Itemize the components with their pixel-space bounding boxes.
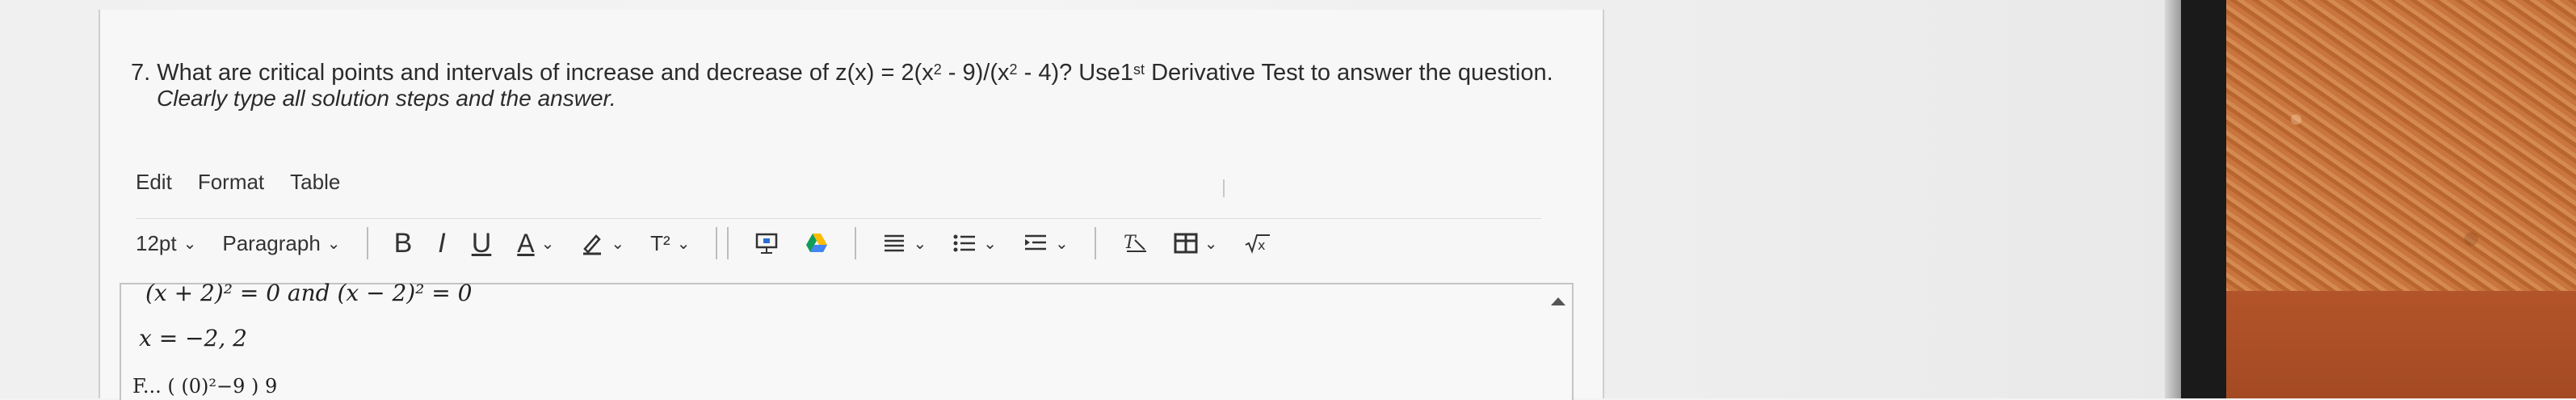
monitor-bezel-edge [2165, 0, 2181, 398]
ordinal-suffix: st [1133, 61, 1145, 78]
font-size-dropdown[interactable]: 12pt ⌄ [136, 231, 196, 256]
superscript-button[interactable]: T² ⌄ [650, 231, 690, 256]
italic-icon: I [438, 227, 446, 259]
question-instruction: Clearly type all solution steps and the … [157, 86, 616, 111]
google-drive-icon [805, 232, 829, 255]
bold-button[interactable]: B [394, 228, 413, 259]
superscript-icon: T² [650, 230, 670, 255]
chevron-down-icon: ⌄ [676, 234, 691, 253]
google-drive-button[interactable] [805, 232, 829, 255]
chevron-down-icon: ⌄ [913, 234, 927, 253]
rich-text-editor[interactable]: (x + 2)² = 0 and (x − 2)² = 0 x = −2, 2 … [120, 280, 1574, 400]
question-part: Derivative Test to answer the question. [1145, 60, 1553, 86]
exponent: 2 [933, 61, 942, 78]
highlighter-icon [580, 231, 604, 255]
math-line: F... ( (0)²−9 ) 9 [132, 375, 278, 398]
chevron-down-icon: ⌄ [611, 234, 625, 253]
chevron-down-icon: ⌄ [1054, 234, 1069, 253]
question-number: 7. [131, 60, 151, 86]
menu-edit[interactable]: Edit [136, 170, 172, 195]
clear-formatting-button[interactable]: T [1122, 232, 1148, 255]
align-justify-icon [882, 233, 906, 254]
question-part: What are critical points and intervals o… [157, 60, 934, 86]
question-text: 7. What are critical points and interval… [131, 57, 1569, 89]
text-color-button[interactable]: A ⌄ [517, 229, 554, 259]
text-color-icon: A [517, 228, 535, 258]
toolbar-separator [727, 227, 729, 259]
mouse-cursor [1223, 179, 1225, 197]
table-icon [1174, 232, 1198, 255]
chevron-down-icon: ⌄ [1204, 234, 1218, 253]
svg-text:x: x [1258, 238, 1265, 253]
block-format-dropdown[interactable]: Paragraph ⌄ [222, 231, 340, 256]
underline-icon: U [471, 227, 492, 259]
bullet-list-dropdown[interactable]: ⌄ [952, 233, 997, 254]
background-wall-lower [2226, 291, 2576, 398]
font-size-value: 12pt [136, 230, 177, 255]
chevron-down-icon: ⌄ [326, 234, 341, 253]
question-part: - 4)? Use1 [1017, 60, 1133, 86]
clear-formatting-icon: T [1122, 232, 1148, 255]
toolbar-divider [136, 218, 1541, 219]
exponent: 2 [1009, 61, 1018, 78]
menu-format[interactable]: Format [198, 170, 264, 195]
chevron-down-icon: ⌄ [183, 234, 197, 253]
menu-table[interactable]: Table [290, 170, 340, 195]
toolbar-separator [1094, 227, 1096, 259]
monitor-bezel [2181, 0, 2226, 398]
highlight-color-button[interactable]: ⌄ [580, 231, 624, 255]
embed-media-icon [754, 231, 779, 255]
editor-toolbar: 12pt ⌄ Paragraph ⌄ B I U A ⌄ ⌄ T² ⌄ ⌄ ⌄ … [136, 223, 1297, 263]
bullet-list-icon [952, 233, 977, 254]
insert-media-button[interactable] [754, 231, 779, 255]
svg-text:T: T [1124, 233, 1137, 253]
equation-button[interactable]: x [1244, 232, 1271, 255]
indent-dropdown[interactable]: ⌄ [1023, 233, 1069, 254]
indent-icon [1023, 233, 1048, 254]
math-line: (x + 2)² = 0 and (x − 2)² = 0 [145, 280, 473, 306]
table-dropdown[interactable]: ⌄ [1174, 232, 1218, 255]
question-part: - 9)/(x [941, 60, 1010, 86]
toolbar-separator [855, 227, 857, 259]
block-format-value: Paragraph [222, 230, 321, 255]
scroll-up-arrow-icon[interactable] [1551, 297, 1565, 305]
square-root-icon: x [1244, 232, 1271, 255]
toolbar-separator [366, 227, 368, 259]
toolbar-separator [716, 227, 718, 259]
align-dropdown[interactable]: ⌄ [882, 233, 927, 254]
bold-icon: B [393, 227, 413, 259]
underline-button[interactable]: U [472, 228, 492, 259]
chevron-down-icon: ⌄ [540, 234, 555, 253]
chevron-down-icon: ⌄ [983, 234, 997, 253]
italic-button[interactable]: I [438, 228, 445, 259]
math-line: x = −2, 2 [139, 325, 247, 352]
editor-menubar: Edit Format Table [136, 170, 340, 195]
